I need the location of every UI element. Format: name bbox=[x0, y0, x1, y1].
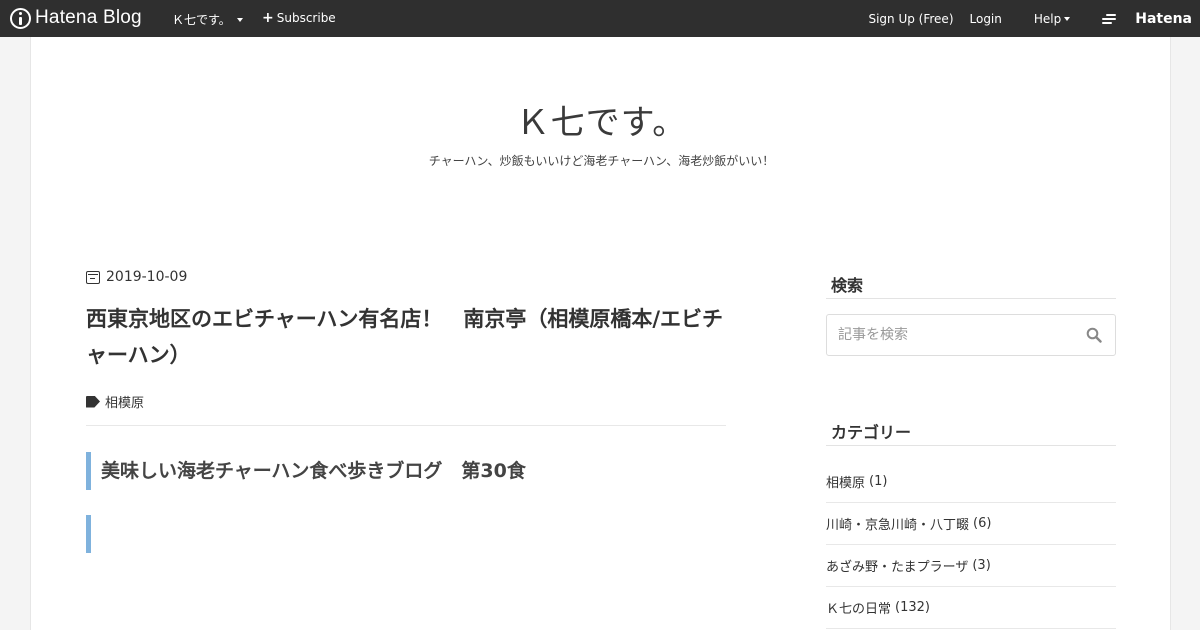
category-item[interactable]: Ｋ七の日常 (132) bbox=[826, 587, 1116, 629]
category-count: (3) bbox=[972, 558, 991, 573]
category-count: (1) bbox=[869, 474, 888, 489]
chevron-down-icon bbox=[236, 17, 243, 22]
category-item[interactable]: あざみ野・たまプラーザ (3) bbox=[826, 545, 1116, 587]
category-name: Ｋ七の日常 bbox=[826, 602, 892, 617]
search-box bbox=[826, 314, 1116, 356]
blog-name-label: Ｋ七です。 bbox=[172, 13, 231, 27]
subscribe-label: Subscribe bbox=[276, 11, 336, 25]
subscribe-button[interactable]: + Subscribe bbox=[262, 11, 336, 25]
top-navigation-bar: Hatena Blog Ｋ七です。 + Subscribe Sign Up (F… bbox=[0, 0, 1200, 37]
tag-icon bbox=[86, 395, 100, 408]
blog-description: チャーハン、炒飯もいいけど海老チャーハン、海老炒飯がいい！ bbox=[428, 154, 775, 168]
entry-heading-1: 美味しい海老チャーハン食べ歩きブログ 第30食 bbox=[86, 452, 526, 490]
calendar-icon bbox=[86, 270, 100, 284]
blog-name-menu[interactable]: Ｋ七です。 bbox=[172, 11, 243, 28]
category-name: 川崎・京急川崎・八丁畷 bbox=[826, 518, 970, 533]
entry-date[interactable]: 2019-10-09 bbox=[86, 269, 187, 285]
topbar-right-links: Sign Up (Free) Login Help Hatena bbox=[852, 11, 1192, 27]
plus-icon: + bbox=[262, 10, 274, 26]
help-menu[interactable]: Help bbox=[1018, 12, 1071, 26]
entry-date-text: 2019-10-09 bbox=[106, 269, 188, 285]
sidebar-divider bbox=[826, 298, 1116, 299]
category-name: 相模原 bbox=[826, 476, 866, 491]
category-item[interactable]: 川崎・京急川崎・八丁畷 (6) bbox=[826, 503, 1116, 545]
entry-title[interactable]: 西東京地区のエビチャーハン有名店！ 南京亭（相模原橋本/エビチャーハン） bbox=[86, 301, 726, 373]
hatena-logo-icon bbox=[1102, 12, 1117, 26]
sidebar-category-title: カテゴリー bbox=[831, 423, 912, 442]
search-input[interactable] bbox=[827, 315, 1077, 355]
blog-title[interactable]: Ｋ七です。 bbox=[31, 95, 1172, 144]
entry-heading-2 bbox=[86, 515, 101, 553]
sidebar-divider bbox=[826, 445, 1116, 446]
entry-tags: 相模原 bbox=[86, 392, 144, 411]
login-link[interactable]: Login bbox=[970, 12, 1002, 26]
hatena-blog-logo-text: Hatena Blog bbox=[35, 7, 142, 28]
hatena-blog-logo-icon bbox=[10, 7, 31, 29]
signup-link[interactable]: Sign Up (Free) bbox=[868, 12, 953, 26]
search-icon[interactable] bbox=[1086, 327, 1102, 343]
hatena-logo-text: Hatena bbox=[1135, 11, 1192, 27]
help-label: Help bbox=[1033, 12, 1062, 26]
entry-tag-link[interactable]: 相模原 bbox=[105, 392, 144, 411]
chevron-down-icon bbox=[1064, 17, 1071, 21]
blog-container: Ｋ七です。 チャーハン、炒飯もいいけど海老チャーハン、海老炒飯がいい！ 2019… bbox=[30, 37, 1171, 630]
category-item[interactable]: 相模原 (1) bbox=[826, 461, 1116, 503]
sidebar-search-title: 検索 bbox=[831, 276, 864, 295]
category-count: (132) bbox=[895, 600, 930, 615]
hatena-logo[interactable]: Hatena bbox=[1086, 11, 1192, 27]
category-count: (6) bbox=[973, 516, 992, 531]
entry-divider bbox=[86, 425, 726, 426]
category-name: あざみ野・たまプラーザ bbox=[826, 560, 969, 575]
hatena-blog-logo[interactable]: Hatena Blog bbox=[10, 7, 142, 29]
